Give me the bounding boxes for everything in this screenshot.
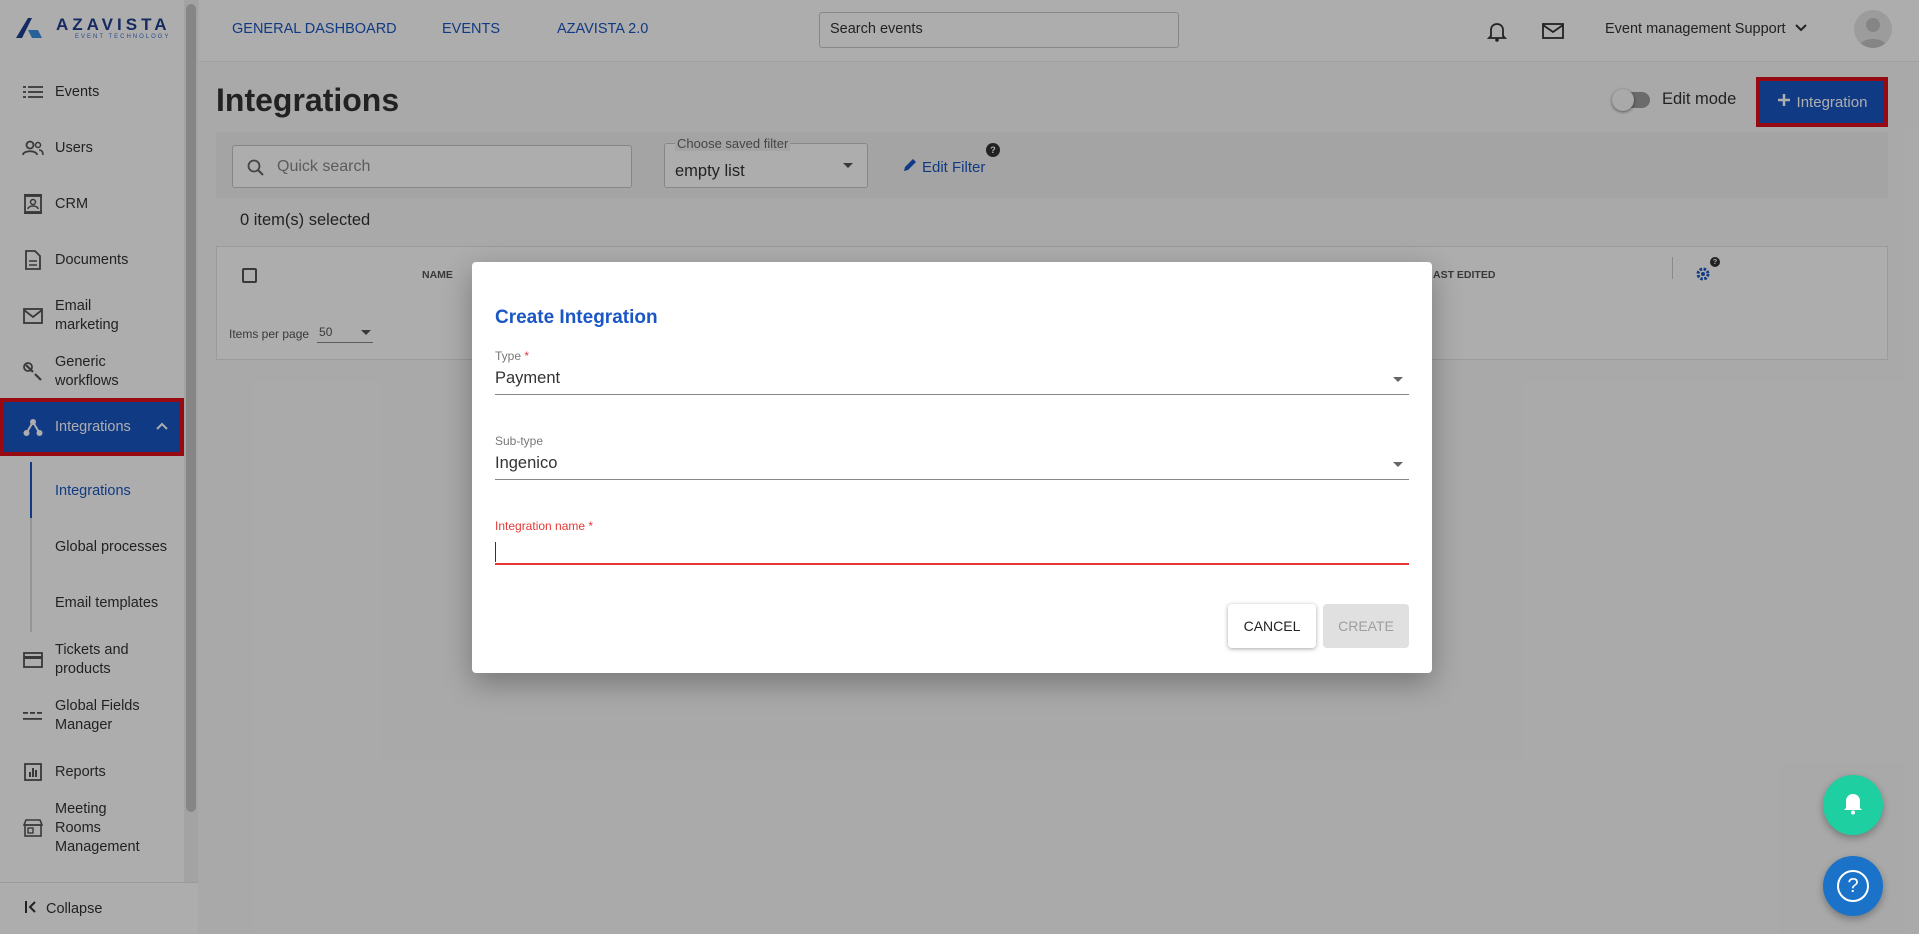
type-label: Type xyxy=(495,349,522,363)
question-icon: ? xyxy=(1837,870,1869,902)
notifications-fab[interactable] xyxy=(1823,775,1883,835)
type-select[interactable]: Type * Payment xyxy=(495,349,1409,395)
type-value: Payment xyxy=(495,369,561,387)
required-marker: * xyxy=(588,519,594,533)
text-cursor xyxy=(495,542,496,562)
create-button[interactable]: CREATE xyxy=(1323,604,1409,648)
create-integration-dialog: Create Integration Type * Payment Sub-ty… xyxy=(472,262,1432,673)
cancel-button[interactable]: CANCEL xyxy=(1228,604,1316,648)
dialog-title: Create Integration xyxy=(495,307,658,328)
integration-name-field[interactable]: Integration name * xyxy=(495,519,1409,565)
bell-icon xyxy=(1842,791,1864,820)
required-marker: * xyxy=(524,349,530,363)
subtype-label: Sub-type xyxy=(495,434,544,448)
integration-name-label: Integration name xyxy=(495,519,586,533)
subtype-select[interactable]: Sub-type Ingenico xyxy=(495,434,1409,480)
subtype-value: Ingenico xyxy=(495,454,558,472)
help-fab[interactable]: ? xyxy=(1823,856,1883,916)
dropdown-arrow-icon xyxy=(1393,377,1403,382)
dropdown-arrow-icon xyxy=(1393,462,1403,467)
